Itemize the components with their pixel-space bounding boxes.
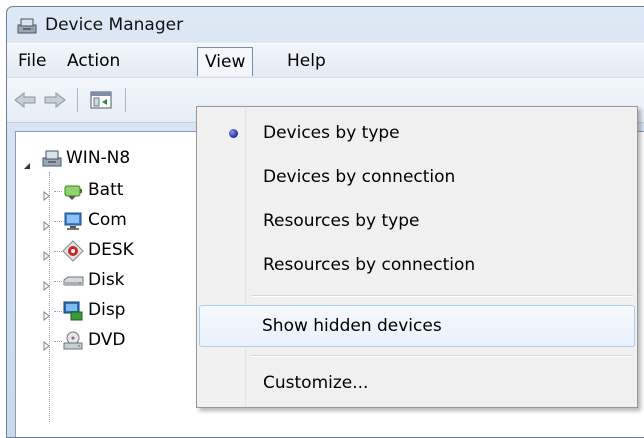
expand-triangle-icon[interactable]	[42, 336, 52, 352]
expand-triangle-icon[interactable]	[42, 246, 52, 262]
tree-item-label: Com	[88, 210, 127, 230]
view-menu-dropdown: Devices by type Devices by connection Re…	[196, 106, 638, 408]
dvd-drive-icon	[62, 330, 84, 352]
window-title: Device Manager	[45, 15, 184, 35]
menu-item-label: Resources by connection	[263, 255, 476, 275]
toolbar-divider	[77, 88, 78, 112]
menu-item-resources-by-connection[interactable]: Resources by connection	[199, 245, 635, 285]
menu-item-customize[interactable]: Customize...	[199, 363, 635, 403]
menu-item-label: Resources by type	[263, 211, 420, 231]
expand-triangle-icon[interactable]	[42, 306, 52, 322]
menu-view[interactable]: View	[197, 47, 254, 76]
menu-item-resources-by-type[interactable]: Resources by type	[199, 201, 635, 241]
menu-help[interactable]: Help	[280, 49, 333, 73]
tree-item-label: Disp	[88, 300, 126, 320]
tree-connector	[54, 191, 62, 192]
toolbar-divider	[125, 88, 126, 112]
battery-icon	[62, 180, 84, 202]
tree-connector	[54, 341, 62, 342]
tree-connector	[54, 311, 62, 312]
show-hide-console-tree-icon[interactable]	[87, 87, 115, 113]
computer-root-icon	[41, 147, 63, 169]
back-arrow-icon[interactable]	[11, 87, 39, 113]
menu-item-devices-by-connection[interactable]: Devices by connection	[199, 157, 635, 197]
menu-item-label: Devices by type	[263, 123, 400, 143]
menu-item-devices-by-type[interactable]: Devices by type	[199, 113, 635, 153]
tree-item-label: Batt	[88, 180, 124, 200]
radio-selected-icon	[229, 129, 238, 138]
forward-arrow-icon[interactable]	[41, 87, 69, 113]
title-bar: Device Manager	[7, 7, 644, 43]
tree-root-label: WIN-N8	[66, 148, 131, 168]
menu-file[interactable]: File	[11, 49, 53, 73]
computer-icon	[62, 210, 84, 232]
menu-separator	[251, 355, 633, 357]
tree-connector	[54, 281, 62, 282]
menu-item-show-hidden-devices[interactable]: Show hidden devices	[199, 305, 635, 347]
tree-connector	[54, 221, 62, 222]
menu-item-label: Show hidden devices	[262, 316, 442, 336]
tree-item-label: Disk	[88, 270, 125, 290]
expand-triangle-icon[interactable]	[42, 186, 52, 202]
desk-device-icon	[62, 240, 84, 262]
menu-item-label: Devices by connection	[263, 167, 456, 187]
expand-triangle-icon[interactable]	[42, 216, 52, 232]
tree-item-label: DVD	[88, 330, 126, 350]
menu-bar: File Action View Help	[7, 43, 644, 78]
disk-drive-icon	[62, 270, 84, 292]
tree-connector	[54, 251, 62, 252]
expand-triangle-icon[interactable]	[42, 276, 52, 292]
menu-action[interactable]: Action	[60, 49, 127, 73]
tree-item-label: DESK	[88, 240, 134, 260]
menu-separator	[251, 295, 633, 297]
collapse-triangle-icon[interactable]	[22, 156, 32, 169]
device-manager-icon	[16, 16, 38, 36]
menu-item-label: Customize...	[263, 373, 369, 393]
display-adapter-icon	[62, 300, 84, 322]
